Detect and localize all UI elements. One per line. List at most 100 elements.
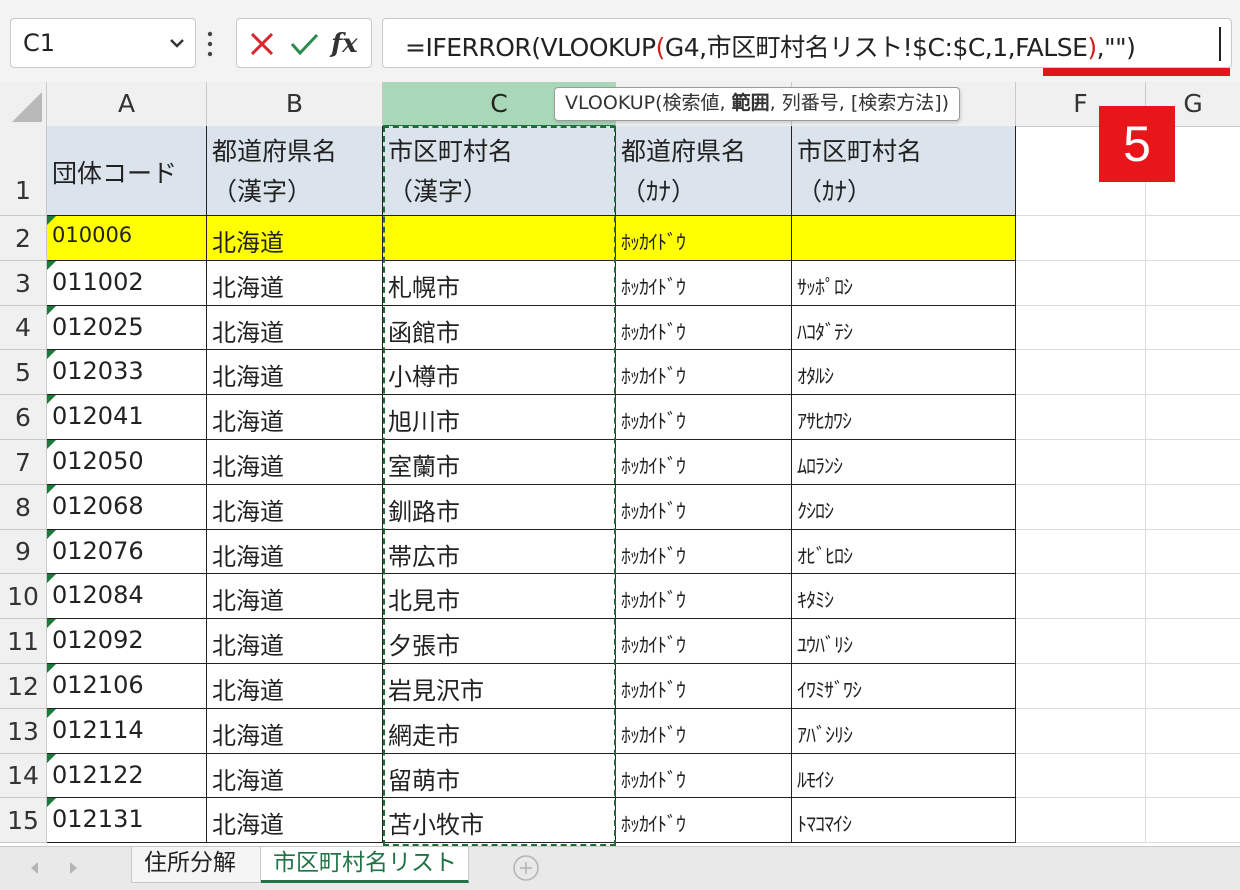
formula-input[interactable]: =IFERROR(VLOOKUP(G4,市区町村名リスト!$C:$C,1,FAL… <box>382 18 1232 68</box>
name-box[interactable]: C1 <box>10 18 196 68</box>
row-header-12[interactable]: 12 <box>0 664 47 709</box>
cell-city[interactable]: 留萌市 <box>383 754 616 798</box>
row-header-15[interactable]: 15 <box>0 798 47 843</box>
cell-empty[interactable] <box>1146 798 1240 843</box>
cell-city-kana[interactable]: ｲﾜﾐｻﾞﾜｼ <box>792 664 1016 709</box>
header-cell-pref[interactable]: 都道府県名 （漢字） <box>207 126 383 216</box>
cell-code[interactable]: 012076 <box>47 530 207 574</box>
column-header-b[interactable]: B <box>207 82 383 127</box>
cell-code[interactable]: 012114 <box>47 709 207 754</box>
scroll-right-icon[interactable] <box>66 860 80 876</box>
cell-city[interactable]: 網走市 <box>383 709 616 754</box>
cell-code[interactable]: 012050 <box>47 440 207 485</box>
cell-code[interactable]: 012025 <box>47 306 207 350</box>
cell-empty[interactable] <box>1016 574 1146 619</box>
cell-pref[interactable]: 北海道 <box>207 440 383 485</box>
cell-empty[interactable] <box>1016 664 1146 709</box>
row-header-2[interactable]: 2 <box>0 216 47 261</box>
cell-empty[interactable] <box>1146 530 1240 574</box>
cell-pref-kana[interactable]: ﾎｯｶｲﾄﾞｳ <box>616 350 792 395</box>
row-header-9[interactable]: 9 <box>0 530 47 574</box>
insert-function-icon[interactable]: fx <box>331 29 361 59</box>
cell-city[interactable]: 函館市 <box>383 306 616 350</box>
header-cell-city[interactable]: 市区町村名 （漢字） <box>383 126 616 216</box>
cell-code[interactable]: 012041 <box>47 395 207 440</box>
sheet-tab-address[interactable]: 住所分解 <box>131 847 261 883</box>
cell-pref[interactable]: 北海道 <box>207 709 383 754</box>
cell-code[interactable]: 010006 <box>47 216 207 261</box>
cell-empty[interactable] <box>1146 664 1240 709</box>
cell-city-kana[interactable]: ｸｼﾛｼ <box>792 485 1016 530</box>
header-cell-code[interactable]: 団体コード <box>47 126 207 216</box>
cell-empty[interactable] <box>1016 754 1146 798</box>
cell-empty[interactable] <box>1146 216 1240 261</box>
row-header-5[interactable]: 5 <box>0 350 47 395</box>
cell-empty[interactable] <box>1016 216 1146 261</box>
cell-pref[interactable]: 北海道 <box>207 530 383 574</box>
cell-city[interactable]: 夕張市 <box>383 619 616 664</box>
cell-city[interactable]: 札幌市 <box>383 261 616 306</box>
cell-empty[interactable] <box>1146 485 1240 530</box>
row-header-10[interactable]: 10 <box>0 574 47 619</box>
cell-empty[interactable] <box>1146 350 1240 395</box>
add-sheet-icon[interactable] <box>512 854 540 882</box>
cell-city-kana[interactable]: ｷﾀﾐｼ <box>792 574 1016 619</box>
check-icon[interactable] <box>289 29 319 59</box>
more-options-icon[interactable] <box>206 28 214 60</box>
cell-empty[interactable] <box>1146 440 1240 485</box>
cell-city[interactable]: 釧路市 <box>383 485 616 530</box>
cell-code[interactable]: 012106 <box>47 664 207 709</box>
cell-pref-kana[interactable]: ﾎｯｶｲﾄﾞｳ <box>616 306 792 350</box>
cell-empty[interactable] <box>1016 395 1146 440</box>
cell-city-kana[interactable]: ｱﾊﾞｼﾘｼ <box>792 709 1016 754</box>
cell-city-kana[interactable]: ﾑﾛﾗﾝｼ <box>792 440 1016 485</box>
column-header-a[interactable]: A <box>47 82 207 127</box>
cell-code[interactable]: 011002 <box>47 261 207 306</box>
cell-empty[interactable] <box>1016 261 1146 306</box>
cell-empty[interactable] <box>1016 619 1146 664</box>
cell-city-kana[interactable]: ﾊｺﾀﾞﾃｼ <box>792 306 1016 350</box>
cell-code[interactable]: 012092 <box>47 619 207 664</box>
row-header-7[interactable]: 7 <box>0 440 47 485</box>
cell-empty[interactable] <box>1016 530 1146 574</box>
cell-city-kana[interactable]: ｵﾋﾞﾋﾛｼ <box>792 530 1016 574</box>
row-header-14[interactable]: 14 <box>0 754 47 798</box>
cell-pref-kana[interactable]: ﾎｯｶｲﾄﾞｳ <box>616 798 792 843</box>
cell-city-kana[interactable]: ﾕｳﾊﾞﾘｼ <box>792 619 1016 664</box>
row-header-13[interactable]: 13 <box>0 709 47 754</box>
cell-empty[interactable] <box>1016 350 1146 395</box>
row-header-8[interactable]: 8 <box>0 485 47 530</box>
cell-city-kana[interactable] <box>792 216 1016 261</box>
cell-pref[interactable]: 北海道 <box>207 485 383 530</box>
cell-pref-kana[interactable]: ﾎｯｶｲﾄﾞｳ <box>616 261 792 306</box>
cell-code[interactable]: 012033 <box>47 350 207 395</box>
row-header-3[interactable]: 3 <box>0 261 47 306</box>
cell-pref[interactable]: 北海道 <box>207 261 383 306</box>
cell-pref-kana[interactable]: ﾎｯｶｲﾄﾞｳ <box>616 619 792 664</box>
cell-pref-kana[interactable]: ﾎｯｶｲﾄﾞｳ <box>616 485 792 530</box>
cell-city-kana[interactable]: ﾄﾏｺﾏｲｼ <box>792 798 1016 843</box>
cell-code[interactable]: 012068 <box>47 485 207 530</box>
cell-pref-kana[interactable]: ﾎｯｶｲﾄﾞｳ <box>616 440 792 485</box>
cell-empty[interactable] <box>1146 395 1240 440</box>
cell-code[interactable]: 012131 <box>47 798 207 843</box>
row-header-11[interactable]: 11 <box>0 619 47 664</box>
cell-empty[interactable] <box>1016 440 1146 485</box>
cell-city[interactable]: 室蘭市 <box>383 440 616 485</box>
sheet-tab-city-list[interactable]: 市区町村名リスト <box>261 847 469 883</box>
cell-pref-kana[interactable]: ﾎｯｶｲﾄﾞｳ <box>616 754 792 798</box>
cell-empty[interactable] <box>1016 709 1146 754</box>
cell-pref[interactable]: 北海道 <box>207 798 383 843</box>
select-all-corner[interactable] <box>0 82 47 127</box>
cell-empty[interactable] <box>1146 709 1240 754</box>
cell-city-kana[interactable]: ｵﾀﾙｼ <box>792 350 1016 395</box>
cell-city[interactable]: 苫小牧市 <box>383 798 616 843</box>
cell-empty[interactable] <box>1146 574 1240 619</box>
cell-pref-kana[interactable]: ﾎｯｶｲﾄﾞｳ <box>616 395 792 440</box>
cell-city[interactable] <box>383 216 616 261</box>
cell-empty[interactable] <box>1016 485 1146 530</box>
cell-pref-kana[interactable]: ﾎｯｶｲﾄﾞｳ <box>616 216 792 261</box>
cell-empty[interactable] <box>1016 306 1146 350</box>
header-cell-city-kana[interactable]: 市区町村名 （ｶﾅ） <box>792 126 1016 216</box>
cell-empty[interactable] <box>1146 261 1240 306</box>
